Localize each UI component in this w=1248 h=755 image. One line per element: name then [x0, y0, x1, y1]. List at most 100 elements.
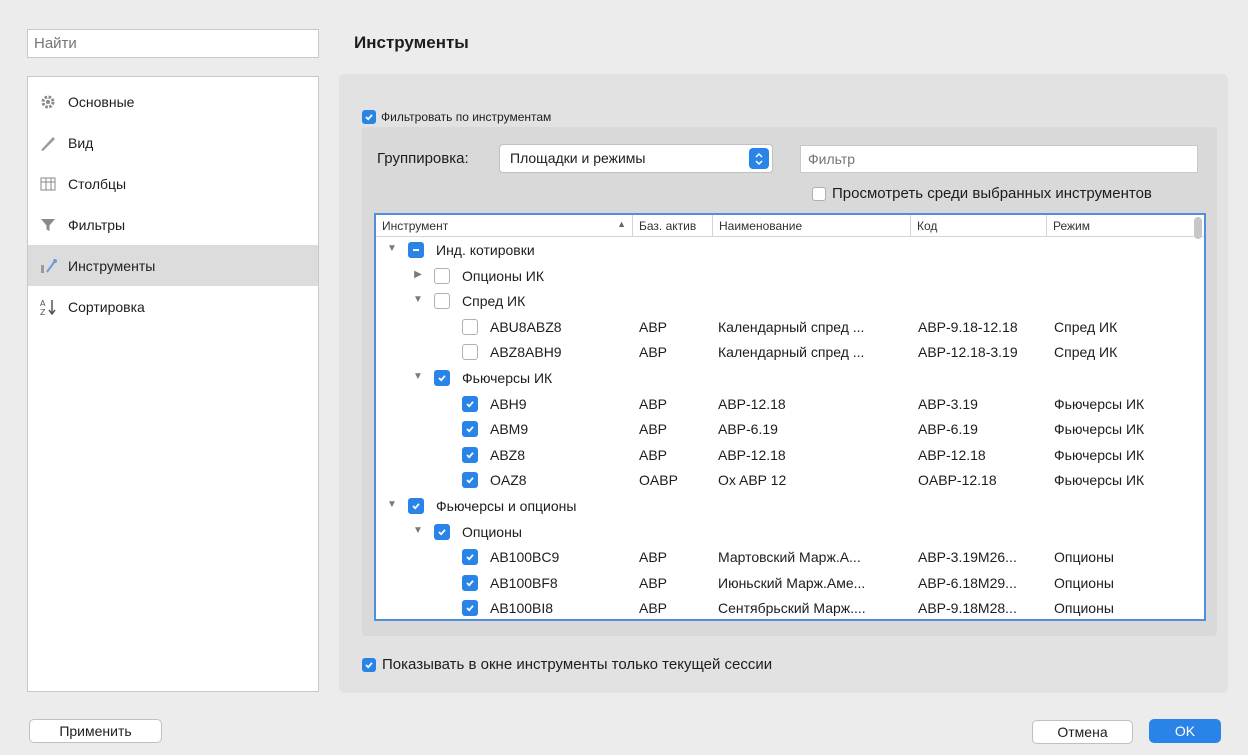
columns-icon: [38, 174, 58, 194]
checkbox-checked-icon[interactable]: [462, 600, 478, 617]
funnel-icon: [38, 215, 58, 235]
code-cell: ABP-9.18M28...: [918, 600, 1017, 617]
code-cell: ABP-3.19M26...: [918, 549, 1017, 566]
instrument-cell: Инд. котировки: [436, 242, 535, 258]
checkbox-checked-icon[interactable]: [408, 497, 424, 514]
page-title: Инструменты: [354, 33, 469, 52]
sidebar-item-filters[interactable]: Фильтры: [28, 204, 318, 245]
tree-row[interactable]: ABU8ABZ8 ABP Календарный спред ... ABP-9.18…: [376, 314, 1204, 340]
disclosure-open-icon[interactable]: ▼: [412, 371, 424, 382]
column-header-mode[interactable]: Режим: [1047, 215, 1190, 236]
tree-body: ▼ Инд. котировки ▶ Опционы ИК ▼ Спред ИК ABU8A…: [376, 237, 1204, 619]
instrument-cell: Спред ИК: [462, 293, 526, 310]
tree-row[interactable]: ▼ Фьючерсы ИК: [376, 365, 1204, 391]
tree-row[interactable]: ABZ8ABH9 ABP Календарный спред ... ABP-12.1…: [376, 339, 1204, 365]
mode-cell: Фьючерсы ИК: [1054, 421, 1145, 438]
column-header-name[interactable]: Наименование: [713, 215, 911, 236]
brush-icon: [38, 133, 58, 153]
tree-row[interactable]: ▼ Спред ИК: [376, 288, 1204, 314]
column-header-instrument[interactable]: Инструмент ▲: [376, 215, 633, 236]
code-cell: ABP-9.18-12.18: [918, 318, 1018, 335]
checkbox-unchecked-icon: [812, 186, 826, 201]
grouping-value: Площадки и режимы: [510, 150, 646, 166]
instruments-tree[interactable]: Инструмент ▲ Баз. актив Наименование Код …: [374, 213, 1206, 621]
instrument-cell: Фьючерсы ИК: [462, 369, 553, 386]
checkbox-unchecked-icon[interactable]: [462, 318, 478, 335]
code-cell: ABP-3.19: [918, 395, 978, 412]
tools-icon: [38, 256, 58, 276]
tree-row[interactable]: ▶ Опционы ИК: [376, 263, 1204, 289]
checkbox-mixed-icon[interactable]: [408, 242, 424, 258]
instrument-cell: ABH9: [490, 395, 527, 412]
sort-icon: AZ: [38, 297, 58, 317]
view-selected-checkbox[interactable]: Просмотреть среди выбранных инструментов: [812, 185, 1152, 202]
checkbox-checked-icon[interactable]: [462, 395, 478, 412]
name-cell: Календарный спред ...: [718, 344, 865, 361]
sidebar-item-instruments[interactable]: Инструменты: [28, 245, 318, 286]
mode-cell: Опционы: [1054, 600, 1114, 617]
sort-ascending-icon: ▲: [617, 219, 626, 229]
tree-row[interactable]: AB100BF8 ABP Июньский Марж.Аме... ABP-6.18M…: [376, 570, 1204, 596]
sidebar-item-view[interactable]: Вид: [28, 122, 318, 163]
tree-row[interactable]: AB100BI8 ABP Сентябрьский Марж.... ABP-9.18…: [376, 595, 1204, 619]
checkbox-checked-icon[interactable]: [462, 446, 478, 463]
disclosure-open-icon[interactable]: ▼: [386, 499, 398, 510]
checkbox-unchecked-icon[interactable]: [462, 344, 478, 361]
checkbox-unchecked-icon[interactable]: [434, 267, 450, 284]
filter-group-box: Группировка: Площадки и режимы Просмотре…: [362, 127, 1217, 636]
svg-text:A: A: [40, 299, 46, 308]
checkbox-checked-icon[interactable]: [434, 369, 450, 386]
sidebar: Основные Вид Столбцы Фильтры Инструменты…: [27, 76, 319, 692]
column-header-base[interactable]: Баз. актив: [633, 215, 713, 236]
view-selected-label: Просмотреть среди выбранных инструментов: [832, 185, 1152, 202]
table-header: Инструмент ▲ Баз. актив Наименование Код …: [376, 215, 1204, 237]
mode-cell: Спред ИК: [1054, 318, 1118, 335]
filter-input[interactable]: [800, 145, 1198, 173]
checkbox-unchecked-icon[interactable]: [434, 293, 450, 310]
sidebar-item-label: Основные: [68, 93, 135, 110]
tree-row[interactable]: ABM9 ABP ABP-6.19 ABP-6.19 Фьючерсы ИК: [376, 416, 1204, 442]
column-header-code[interactable]: Код: [911, 215, 1047, 236]
instrument-cell: ABM9: [490, 421, 529, 438]
instrument-cell: ABZ8ABH9: [490, 344, 562, 361]
code-cell: ABP-12.18: [918, 446, 986, 463]
checkbox-checked-icon[interactable]: [434, 523, 450, 540]
ok-button[interactable]: OK: [1149, 719, 1221, 743]
sidebar-item-label: Вид: [68, 134, 94, 151]
apply-button[interactable]: Применить: [29, 719, 162, 743]
sidebar-item-general[interactable]: Основные: [28, 81, 318, 122]
disclosure-open-icon[interactable]: ▼: [412, 525, 424, 536]
name-cell: ABP-12.18: [718, 446, 786, 463]
current-session-checkbox[interactable]: Показывать в окне инструменты только тек…: [362, 656, 772, 673]
checkbox-checked-icon: [362, 657, 376, 672]
grouping-label: Группировка:: [377, 150, 469, 167]
tree-row[interactable]: ▼ Опционы: [376, 519, 1204, 545]
scrollbar[interactable]: [1194, 217, 1202, 239]
disclosure-open-icon[interactable]: ▼: [386, 243, 398, 254]
checkbox-checked-icon[interactable]: [462, 472, 478, 489]
disclosure-open-icon[interactable]: ▼: [412, 294, 424, 305]
search-input[interactable]: [27, 29, 319, 58]
checkbox-checked-icon[interactable]: [462, 421, 478, 438]
sidebar-item-sorting[interactable]: AZ Сортировка: [28, 286, 318, 327]
filter-instruments-checkbox[interactable]: Фильтровать по инструментам: [362, 110, 551, 124]
sidebar-item-columns[interactable]: Столбцы: [28, 163, 318, 204]
tree-row[interactable]: ABZ8 ABP ABP-12.18 ABP-12.18 Фьючерсы ИК: [376, 442, 1204, 468]
tree-row[interactable]: ▼ Инд. котировки: [376, 237, 1204, 263]
tree-row[interactable]: OAZ8 OABP Ox ABP 12 OABP-12.18 Фьючерсы ИК: [376, 467, 1204, 493]
base-asset-cell: ABP: [639, 600, 668, 617]
checkbox-checked-icon[interactable]: [462, 549, 478, 566]
mode-cell: Спред ИК: [1054, 344, 1118, 361]
tree-row[interactable]: ▼ Фьючерсы и опционы: [376, 493, 1204, 519]
tree-row[interactable]: ABH9 ABP ABP-12.18 ABP-3.19 Фьючерсы ИК: [376, 391, 1204, 417]
checkbox-checked-icon[interactable]: [462, 574, 478, 591]
base-asset-cell: ABP: [639, 446, 668, 463]
mode-cell: Опционы: [1054, 574, 1114, 591]
grouping-select[interactable]: Площадки и режимы: [499, 144, 773, 173]
instrument-cell: AB100BF8: [490, 574, 558, 591]
sidebar-item-label: Столбцы: [68, 175, 127, 192]
tree-row[interactable]: AB100BC9 ABP Мартовский Марж.А... ABP-3.19M…: [376, 544, 1204, 570]
disclosure-closed-icon[interactable]: ▶: [412, 269, 424, 280]
name-cell: Ox ABP 12: [718, 472, 787, 489]
cancel-button[interactable]: Отмена: [1032, 720, 1133, 744]
